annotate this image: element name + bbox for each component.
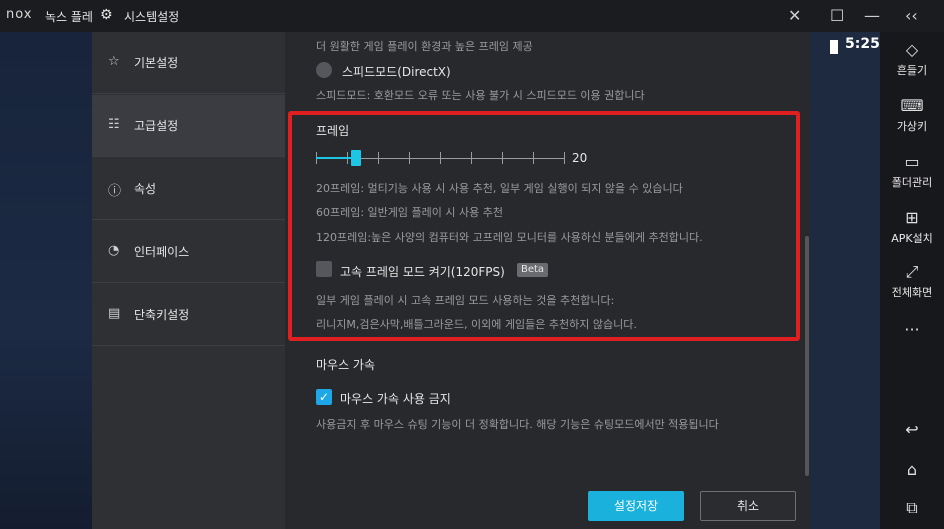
frame-title: 프레임 — [316, 124, 350, 138]
save-settings-button[interactable]: 설정저장 — [588, 491, 684, 521]
fullscreen-icon: ⤢ — [905, 262, 919, 281]
sidebar-item-label: 속성 — [134, 182, 157, 196]
right-toolbar: ◇ 흔들기 ⌨ 가상키 ▭ 폴더관리 ⊞ APK설치 ⤢ 전체화면 ··· ↩ … — [880, 32, 944, 529]
content-scrollbar[interactable] — [805, 236, 809, 476]
performance-description: 더 원활한 게임 플레이 환경과 높은 프레임 제공 — [316, 40, 533, 53]
sidebar-item-label: 고급설정 — [134, 119, 179, 133]
info-icon: ⓘ — [108, 184, 122, 199]
cancel-button[interactable]: 취소 — [700, 491, 796, 521]
gear-icon: ⚙ — [100, 7, 113, 23]
sliders-icon: ☷ — [108, 117, 120, 132]
speed-mode-note: 스피드모드: 호환모드 오류 또는 사용 불가 시 스피드모드 이용 권합니다 — [316, 89, 645, 102]
apk-icon: ⊞ — [905, 208, 919, 227]
frame-slider-tick — [502, 152, 503, 164]
toolbar-virtual-keys-label: 가상키 — [896, 120, 928, 133]
toolbar-apk-install-label: APK설치 — [891, 232, 933, 245]
frame-desc-120: 120프레임:높은 사양의 컴퓨터와 고프레임 모니터를 사용하신 분들에게 추… — [316, 231, 703, 244]
android-recent[interactable]: ⧉ — [880, 498, 944, 518]
high-fps-checkbox[interactable] — [316, 261, 332, 277]
frame-desc-20: 20프레임: 멀티기능 사용 시 사용 추천, 일부 게임 실행이 되지 않을 … — [316, 182, 683, 195]
nox-logo: nox — [6, 7, 33, 22]
frame-slider-handle[interactable] — [350, 150, 361, 166]
toolbar-fullscreen-label: 전체화면 — [891, 286, 933, 299]
frame-slider-tick — [378, 152, 379, 164]
sidebar-item-label: 기본설정 — [134, 56, 179, 70]
toolbar-folder-label: 폴더관리 — [891, 176, 933, 189]
shake-icon: ◇ — [905, 40, 919, 59]
emulator-screen-right — [810, 32, 880, 529]
status-time: 5:25 — [845, 36, 880, 52]
nox-settings-window: nox 녹스 플레 ⚙ 시스템설정 ✕ ☐ — ‹‹ 5:25 ◇ 흔들기 ⌨ … — [0, 0, 944, 529]
recent-apps-icon: ⧉ — [906, 498, 918, 517]
sidebar-item-properties[interactable]: ⓘ 속성 — [92, 158, 285, 220]
frame-slider-tick — [564, 152, 565, 164]
close-icon[interactable]: ✕ — [788, 6, 801, 25]
folder-icon: ▭ — [904, 152, 920, 171]
mouse-accel-note: 사용금지 후 마우스 슈팅 기능이 더 정확합니다. 해당 기능은 슈팅모드에서… — [316, 418, 719, 431]
battery-icon — [830, 40, 838, 54]
android-home[interactable]: ⌂ — [880, 460, 944, 480]
toolbar-shake[interactable]: ◇ 흔들기 — [880, 40, 944, 78]
android-back[interactable]: ↩ — [880, 420, 944, 440]
sidebar-item-label: 인터페이스 — [134, 245, 190, 259]
mouse-accel-title: 마우스 가속 — [316, 358, 376, 372]
back-icon: ↩ — [905, 420, 919, 439]
frame-slider-tick — [471, 152, 472, 164]
high-fps-note-1: 일부 게임 플레이 시 고속 프레임 모드 사용하는 것을 추천합니다: — [316, 294, 615, 307]
speed-mode-radio[interactable] — [316, 62, 332, 78]
sidebar-item-shortcuts[interactable]: ▤ 단축키설정 — [92, 284, 285, 346]
sidebar-item-label: 단축키설정 — [134, 308, 190, 322]
maximize-icon[interactable]: ☐ — [830, 6, 844, 25]
frame-slider-tick — [440, 152, 441, 164]
frame-value: 20 — [572, 151, 588, 165]
toolbar-apk-install[interactable]: ⊞ APK설치 — [880, 208, 944, 246]
high-fps-note-2: 리니지M,검은사막,배틀그라운드, 이외에 게임들은 추천하지 않습니다. — [316, 318, 637, 331]
toolbar-virtual-keys[interactable]: ⌨ 가상키 — [880, 96, 944, 134]
frame-slider-tick — [409, 152, 410, 164]
toolbar-more[interactable]: ··· — [880, 320, 944, 340]
collapse-toolbar-icon[interactable]: ‹‹ — [905, 6, 918, 25]
toolbar-shake-label: 흔들기 — [896, 64, 928, 77]
star-icon: ☆ — [108, 54, 120, 69]
mouse-accel-checkbox[interactable]: ✓ — [316, 389, 332, 405]
speed-mode-label: 스피드모드(DirectX) — [342, 65, 451, 79]
high-fps-label: 고속 프레임 모드 켜기(120FPS) — [340, 265, 505, 279]
sidebar-item-interface[interactable]: ◔ 인터페이스 — [92, 221, 285, 283]
emulator-screen-left — [0, 32, 92, 529]
home-icon: ⌂ — [906, 460, 918, 479]
app-name: 녹스 플레 — [45, 10, 93, 24]
palette-icon: ◔ — [108, 243, 120, 258]
sidebar-item-basic[interactable]: ☆ 기본설정 — [92, 32, 285, 94]
more-icon: ··· — [904, 320, 920, 339]
settings-sidebar: ☆ 기본설정 ☷ 고급설정 ⓘ 속성 ◔ 인터페이스 ▤ 단축키설정 — [92, 32, 285, 529]
title-bar: nox 녹스 플레 ⚙ 시스템설정 ✕ ☐ — ‹‹ — [0, 0, 944, 32]
minimize-icon[interactable]: — — [864, 6, 880, 25]
frame-slider-tick — [533, 152, 534, 164]
keyboard-icon: ⌨ — [900, 96, 924, 115]
window-title: 시스템설정 — [124, 10, 180, 24]
toolbar-folder[interactable]: ▭ 폴더관리 — [880, 152, 944, 190]
beta-badge: Beta — [517, 263, 549, 277]
frame-slider-fill — [316, 157, 356, 159]
mouse-accel-label: 마우스 가속 사용 금지 — [340, 392, 451, 406]
sidebar-item-advanced[interactable]: ☷ 고급설정 — [92, 95, 285, 157]
frame-desc-60: 60프레임: 일반게임 플레이 시 사용 추천 — [316, 206, 503, 219]
toolbar-fullscreen[interactable]: ⤢ 전체화면 — [880, 262, 944, 300]
keyboard-shortcut-icon: ▤ — [108, 306, 121, 321]
